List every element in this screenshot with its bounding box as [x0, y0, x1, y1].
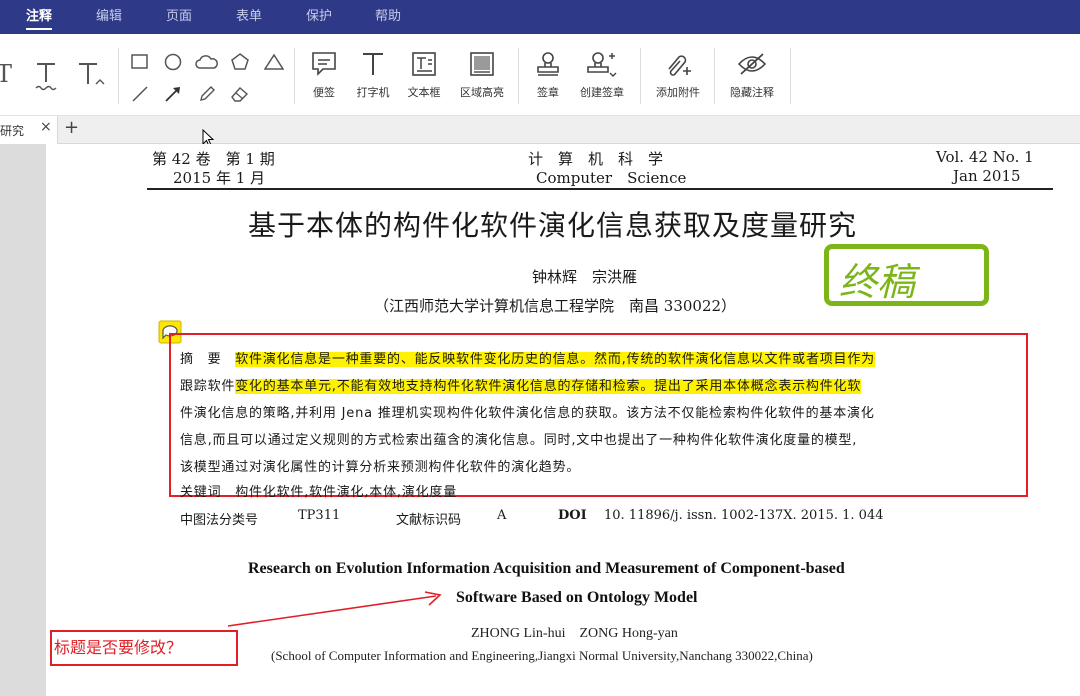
toolbar-divider [118, 48, 119, 104]
stamp-icon [530, 46, 566, 82]
header-rule [147, 188, 1053, 190]
create-stamp-button[interactable]: 创建签章 [576, 46, 628, 100]
document-tab[interactable]: 研究 × [0, 116, 58, 144]
comment-text: 标题是否要修改？ [54, 638, 183, 657]
menu-annotate[interactable]: 注释 [26, 0, 53, 34]
create-stamp-label: 创建签章 [580, 86, 624, 99]
doi-label: DOI [558, 508, 587, 523]
doi-value: 10. 11896/j. issn. 1002-137X. 2015. 1. 0… [604, 508, 884, 523]
clc-value: TP311 [298, 508, 341, 523]
eye-hidden-icon [726, 46, 778, 82]
typewriter-icon [351, 46, 395, 82]
toolbar-divider [640, 48, 641, 104]
text-insert-icon[interactable] [76, 60, 106, 94]
abstract-line-4: 信息,而且可以通过定义规则的方式检索出蕴含的演化信息。同时,文中也提出了一种构件… [180, 433, 858, 448]
cloud-icon[interactable] [195, 54, 219, 70]
polygon-icon[interactable] [231, 53, 249, 71]
pdf-page: 第 42 卷 第 1 期 2015 年 1 月 计 算 机 科 学 Comput… [46, 144, 1080, 696]
toolbar-divider [790, 48, 791, 104]
abstract-line-5: 该模型通过对演化属性的计算分析来预测构件化软件的演化趋势。 [180, 460, 581, 475]
textbox-button[interactable]: 文本框 [403, 46, 445, 100]
toolbar-divider [714, 48, 715, 104]
stamp-text: 终稿 [839, 260, 916, 304]
toolbar-divider [294, 48, 295, 104]
journal-name-en: Computer Science [536, 169, 687, 187]
close-tab-icon[interactable]: × [40, 120, 52, 134]
left-gutter [0, 144, 46, 696]
header-vol-en: Vol. 42 No. 1 [936, 148, 1034, 166]
hide-annotations-button[interactable]: 隐藏注释 [726, 46, 778, 100]
affiliation-cn: （江西师范大学计算机信息工程学院 南昌 330022） [374, 297, 737, 315]
ellipse-icon[interactable] [164, 53, 182, 71]
header-date-cn: 2015 年 1 月 [173, 169, 266, 187]
final-draft-stamp[interactable]: 终稿 [824, 244, 989, 306]
abstract-label: 摘 要 [180, 352, 222, 367]
stamp-button[interactable]: 签章 [530, 46, 566, 100]
doc-code-label: 文献标识码 [396, 513, 462, 528]
note-button[interactable]: 便签 [303, 46, 345, 100]
abstract-highlight-1: 软件演化信息是一种重要的、能反映软件变化历史的信息。然而,传统的软件演化信息以文… [235, 352, 875, 367]
doc-code-value: A [497, 508, 507, 523]
clc-label: 中图法分类号 [180, 513, 259, 528]
header-volume: 第 42 卷 第 1 期 [152, 150, 275, 168]
sticky-note-icon [303, 46, 345, 82]
area-highlight-label: 区域高亮 [460, 86, 504, 99]
paperclip-icon [652, 46, 704, 82]
affiliation-en: (School of Computer Information and Engi… [271, 648, 813, 663]
eraser-icon[interactable] [230, 85, 250, 103]
add-tab-icon[interactable]: + [64, 119, 79, 137]
note-label: 便签 [313, 86, 335, 99]
menu-bar: 注释 编辑 页面 表单 保护 帮助 [0, 0, 1080, 34]
typewriter-label: 打字机 [356, 86, 390, 99]
document-tab-label: 研究 [0, 124, 25, 138]
paper-title-en-1: Research on Evolution Information Acquis… [248, 560, 845, 577]
menu-page[interactable]: 页面 [166, 0, 192, 34]
keywords: 关键词 构件化软件,软件演化,本体,演化度量 [180, 485, 457, 500]
stamp-label: 签章 [537, 86, 559, 99]
menu-edit[interactable]: 编辑 [96, 0, 122, 34]
text-strike-icon[interactable]: T [0, 62, 12, 86]
arrow-icon[interactable] [164, 85, 182, 103]
authors-en: ZHONG Lin-hui ZONG Hong-yan [471, 626, 678, 641]
textbox-icon [403, 46, 445, 82]
hide-annotations-label: 隐藏注释 [730, 86, 774, 99]
paper-title-cn: 基于本体的构件化软件演化信息获取及度量研究 [248, 209, 858, 242]
textbox-label: 文本框 [407, 86, 441, 99]
menu-help[interactable]: 帮助 [375, 0, 401, 34]
menu-form[interactable]: 表单 [236, 0, 262, 34]
typewriter-button[interactable]: 打字机 [351, 46, 395, 100]
attach-file-label: 添加附件 [656, 86, 700, 99]
abstract-line-2-prefix: 跟踪软件 [180, 379, 236, 394]
text-underline-wavy-icon[interactable] [34, 60, 58, 94]
comment-arrow [227, 591, 442, 627]
toolbar-divider [518, 48, 519, 104]
abstract-line-3: 件演化信息的策略,并利用 Jena 推理机实现构件化软件演化信息的获取。该方法不… [180, 406, 875, 421]
triangle-icon[interactable] [264, 54, 284, 70]
journal-name-cn: 计 算 机 科 学 [528, 150, 664, 168]
menu-protect[interactable]: 保护 [306, 0, 332, 34]
line-icon[interactable] [131, 85, 149, 103]
annotation-toolbar: T 便签 打字机 文本框 区域高亮 签章 创建签章 添加附件 隐藏注释 [0, 34, 1080, 116]
abstract-line-2: 跟踪软件变化的基本单元,不能有效地支持构件化软件演化信息的存储和检索。提出了采用… [180, 375, 862, 394]
paper-title-en-2: Software Based on Ontology Model [456, 589, 698, 606]
pencil-icon[interactable] [198, 85, 216, 103]
create-stamp-icon [576, 46, 628, 82]
area-highlight-icon [456, 46, 508, 82]
abstract-line-1: 摘 要 软件演化信息是一种重要的、能反映软件变化历史的信息。然而,传统的软件演化… [180, 348, 875, 367]
authors-cn: 钟林辉 宗洪雁 [532, 268, 638, 286]
abstract-highlight-2: 变化的基本单元,不能有效地支持构件化软件演化信息的存储和检索。提出了采用本体概念… [235, 379, 862, 394]
area-highlight-button[interactable]: 区域高亮 [456, 46, 508, 100]
document-tab-bar: 研究 × + [0, 116, 1080, 144]
rectangle-icon[interactable] [131, 54, 149, 70]
header-date-en: Jan 2015 [953, 167, 1021, 185]
attach-file-button[interactable]: 添加附件 [652, 46, 704, 100]
